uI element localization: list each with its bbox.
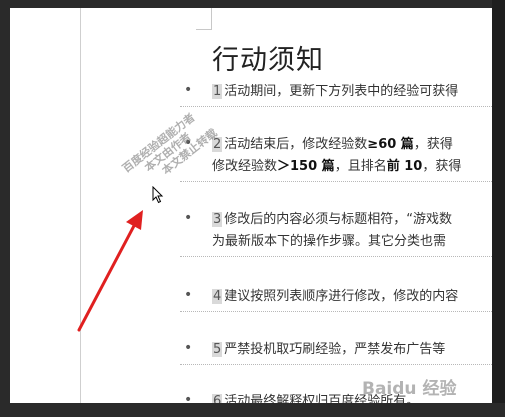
list-item-text: 5 严禁投机取巧刷经验，严禁发布广告等 <box>212 338 445 357</box>
list-item-text: 为最新版本下的操作步骤。其它分类也需 <box>212 230 446 249</box>
list-item-text: 4 建议按照列表顺序进行修改，修改的内容 <box>212 285 458 304</box>
margin-corner-mark <box>196 8 212 30</box>
item-number: 6 <box>212 394 223 403</box>
item-number: 4 <box>212 289 223 304</box>
item-number: 3 <box>212 212 223 227</box>
left-gutter <box>10 8 80 403</box>
window-border-top <box>0 0 505 8</box>
text-run: 活动期间，更新下方列表中的经验可获得 <box>224 84 459 99</box>
dotted-separator <box>180 311 492 312</box>
text-run: 建议按照列表顺序进行修改，修改的内容 <box>224 289 459 304</box>
dotted-separator <box>180 256 492 257</box>
bullet-icon: • <box>184 392 193 403</box>
bullet-icon: • <box>184 340 193 356</box>
bullet-icon: • <box>184 82 193 98</box>
text-run: 严禁投机取巧刷经验，严禁发布广告等 <box>224 342 446 357</box>
list-item-text: 3 修改后的内容必须与标题相符，“游戏数 <box>212 208 452 227</box>
item-number: 5 <box>212 342 223 357</box>
bullet-icon: • <box>184 287 193 303</box>
window-border-left <box>0 0 10 417</box>
text-run: ，获得 <box>413 137 453 152</box>
emphasis-text: ≥60 篇 <box>367 137 414 152</box>
emphasis-text: 前 10 <box>386 159 423 174</box>
text-run: 为最新版本下的操作步骤。其它分类也需 <box>212 234 447 249</box>
page-title: 行动须知 <box>212 45 324 76</box>
window-border-right <box>492 0 505 417</box>
baidu-jingyan-logo: Baidu 经验 <box>362 379 457 399</box>
mouse-cursor-icon <box>152 186 164 204</box>
text-run: 修改后的内容必须与标题相符，“游戏数 <box>224 212 453 227</box>
emphasis-text: ＞150 篇 <box>277 159 335 174</box>
screenshot-frame: 行动须知 • 1 活动期间，更新下方列表中的经验可获得 • 2 活动结束后，修改经验数≥6… <box>0 0 505 417</box>
dotted-separator <box>180 364 492 365</box>
text-run: ，且排名 <box>334 159 387 174</box>
window-border-bottom <box>0 403 505 417</box>
text-run: ，获得 <box>422 159 462 174</box>
page-edge-line <box>80 8 81 403</box>
